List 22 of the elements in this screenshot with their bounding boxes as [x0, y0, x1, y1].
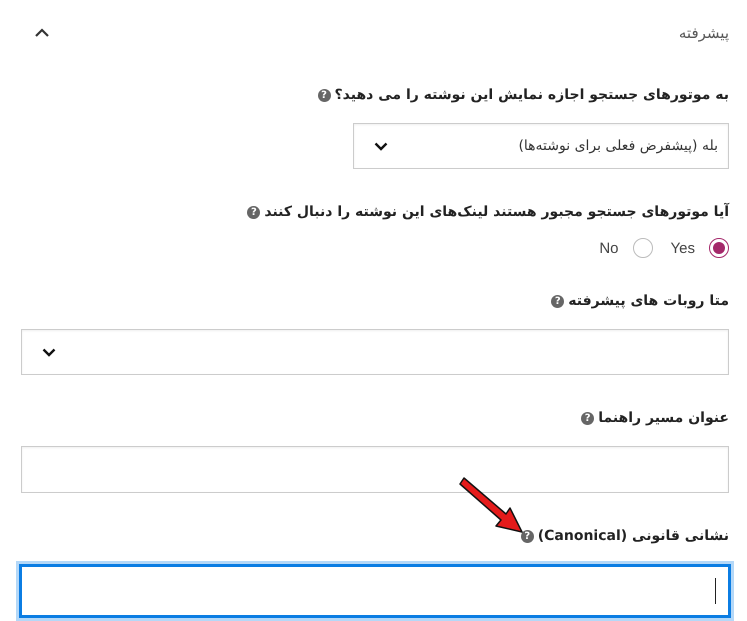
help-icon[interactable]: ?	[247, 206, 260, 218]
select-field[interactable]: بله (پیشفرض فعلی برای نوشته‌ها)	[353, 123, 729, 169]
text-field[interactable]	[19, 564, 731, 618]
text-field[interactable]	[21, 446, 729, 493]
field-label: عنوان مسیر راهنما	[598, 410, 729, 426]
radio-button[interactable]	[632, 238, 653, 258]
field-label: به موتورهای جستجو اجازه نمایش این نوشته را می دهید؟	[334, 87, 729, 103]
field-label: نشانی قانونی (Canonical)	[538, 528, 729, 544]
field-label: متا روبات های پیشرفته	[568, 293, 729, 309]
help-icon[interactable]: ?	[551, 294, 564, 308]
help-icon[interactable]: ?	[520, 530, 534, 542]
chevron-icon[interactable]	[34, 28, 50, 38]
radio-label[interactable]: No	[599, 240, 619, 256]
section-title: پیشرفته	[678, 24, 729, 42]
radio-button[interactable]	[709, 238, 729, 258]
radio-label[interactable]: Yes	[670, 240, 695, 256]
chevron-down-icon	[374, 142, 388, 150]
chevron-down-icon	[42, 348, 56, 356]
help-icon[interactable]: ?	[318, 88, 331, 102]
field-label: آیا موتورهای جستجو مجبور هستند لینک‌های این نوشته را دنبال کنند	[264, 204, 729, 220]
help-icon[interactable]: ?	[581, 412, 594, 424]
select-field[interactable]	[21, 329, 729, 375]
